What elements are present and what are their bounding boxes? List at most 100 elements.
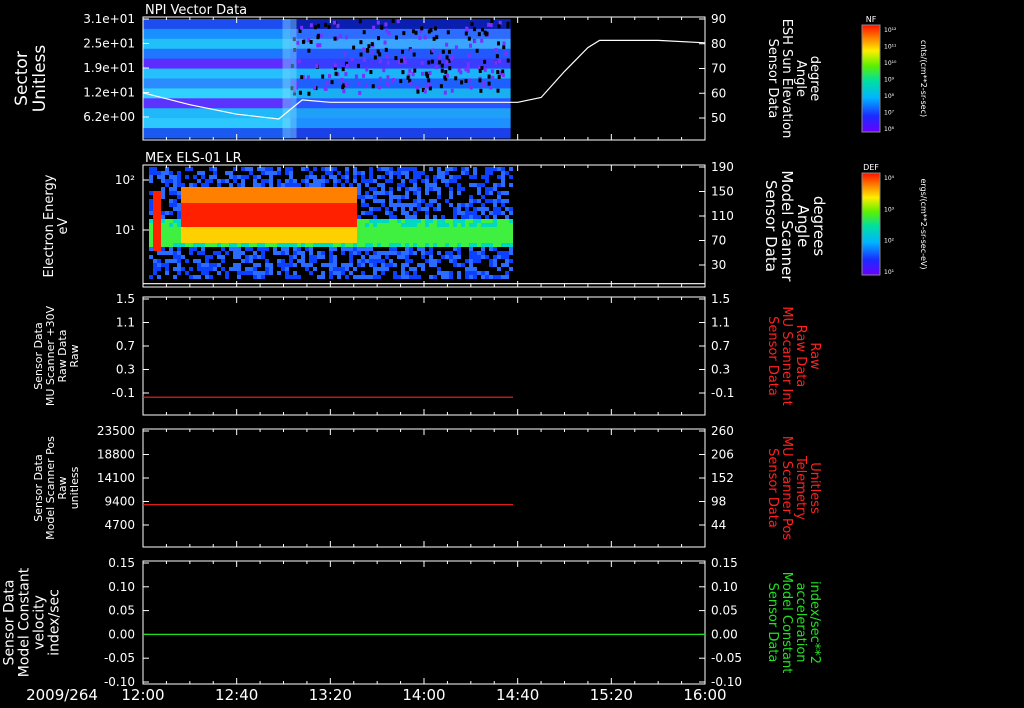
heatmap-cell bbox=[449, 191, 453, 195]
heatmap-cell bbox=[345, 203, 349, 207]
heatmap-cell bbox=[257, 243, 261, 247]
heatmap-cell bbox=[337, 243, 341, 247]
heatmap-cell bbox=[477, 191, 481, 195]
heatmap-cell bbox=[169, 243, 173, 247]
heatmap-cell bbox=[489, 167, 493, 171]
heatmap-cell bbox=[261, 251, 265, 255]
heatmap-cell bbox=[213, 239, 217, 243]
heatmap-cell bbox=[181, 231, 185, 235]
heatmap-cell bbox=[317, 223, 321, 227]
heatmap-cell bbox=[493, 207, 497, 211]
heatmap-cell bbox=[273, 191, 277, 195]
colorbar-gradient bbox=[861, 172, 881, 276]
heatmap-cell bbox=[221, 179, 225, 183]
heatmap-cell bbox=[329, 203, 333, 207]
heatmap-cell bbox=[309, 175, 313, 179]
heatmap-cell bbox=[261, 211, 265, 215]
heatmap-cell bbox=[397, 203, 401, 207]
heatmap-cell bbox=[205, 195, 209, 199]
heatmap-cell bbox=[269, 179, 273, 183]
heatmap-cell bbox=[317, 243, 321, 247]
heatmap-cell bbox=[345, 187, 349, 191]
heatmap-cell bbox=[333, 235, 337, 239]
heatmap-cell bbox=[420, 60, 424, 65]
heatmap-cell bbox=[489, 275, 493, 279]
heatmap-cell bbox=[505, 227, 509, 231]
heatmap-cell bbox=[481, 207, 485, 211]
heatmap-cell bbox=[324, 86, 328, 91]
heatmap-cell bbox=[298, 90, 302, 95]
heatmap-cell bbox=[441, 175, 445, 179]
heatmap-cell bbox=[389, 227, 393, 231]
heatmap-cell bbox=[217, 243, 221, 247]
heatmap-cell bbox=[501, 251, 505, 255]
heatmap-cell bbox=[329, 167, 333, 171]
heatmap-cell bbox=[353, 227, 357, 231]
heatmap-cell bbox=[177, 215, 181, 219]
heatmap-cell bbox=[153, 231, 157, 235]
heatmap-cell bbox=[281, 215, 285, 219]
heatmap-cell bbox=[257, 207, 261, 211]
heatmap-cell bbox=[181, 187, 185, 191]
heatmap-cell bbox=[321, 195, 325, 199]
heatmap-cell bbox=[161, 219, 165, 223]
heatmap-cell bbox=[229, 215, 233, 219]
heatmap-cell bbox=[453, 167, 457, 171]
heatmap-cell bbox=[429, 259, 433, 263]
heatmap-cell bbox=[385, 211, 389, 215]
heatmap-cell bbox=[257, 231, 261, 235]
heatmap-cell bbox=[189, 187, 193, 191]
heatmap-cell bbox=[321, 251, 325, 255]
heatmap-cell bbox=[389, 263, 393, 267]
heatmap-cell bbox=[381, 199, 385, 203]
heatmap-cell bbox=[325, 203, 329, 207]
heatmap-cell bbox=[489, 23, 493, 28]
heatmap-cell bbox=[501, 227, 505, 231]
heatmap-cell bbox=[333, 271, 337, 275]
heatmap-cell bbox=[153, 195, 157, 199]
heatmap-cell bbox=[253, 243, 257, 247]
heatmap-cell bbox=[307, 48, 311, 53]
heatmap-cell bbox=[361, 199, 365, 203]
heatmap-cell bbox=[269, 267, 273, 271]
heatmap-cell bbox=[445, 55, 449, 60]
heatmap-cell bbox=[359, 52, 363, 57]
heatmap-cell bbox=[349, 199, 353, 203]
right-axis-label-line: ESH Sun Elevation bbox=[779, 19, 794, 139]
heatmap-cell bbox=[385, 28, 389, 33]
heatmap-cell bbox=[401, 167, 405, 171]
heatmap-cell bbox=[429, 243, 433, 247]
heatmap-cell bbox=[457, 255, 461, 259]
heatmap-cell bbox=[405, 215, 409, 219]
heatmap-cell bbox=[309, 211, 313, 215]
heatmap-cell bbox=[501, 69, 505, 74]
heatmap-cell bbox=[233, 235, 237, 239]
heatmap-cell bbox=[153, 171, 157, 175]
heatmap-cell bbox=[481, 243, 485, 247]
heatmap-cell bbox=[285, 235, 289, 239]
heatmap-cell bbox=[413, 183, 417, 187]
heatmap-cell bbox=[365, 203, 369, 207]
heatmap-cell bbox=[449, 187, 453, 191]
heatmap-cell bbox=[237, 215, 241, 219]
heatmap-cell bbox=[157, 275, 161, 279]
panel-frame bbox=[142, 428, 706, 548]
heatmap-cell bbox=[316, 35, 320, 40]
heatmap-cell bbox=[389, 171, 393, 175]
heatmap-cell bbox=[261, 215, 265, 219]
heatmap-cell bbox=[253, 275, 257, 279]
heatmap-cell bbox=[149, 231, 153, 235]
heatmap-cell bbox=[457, 235, 461, 239]
heatmap-cell bbox=[333, 219, 337, 223]
heatmap-cell bbox=[229, 187, 233, 191]
heatmap-cell bbox=[341, 271, 345, 275]
heatmap-cell bbox=[413, 239, 417, 243]
heatmap-cell bbox=[305, 203, 309, 207]
heatmap-cell bbox=[257, 187, 261, 191]
heatmap-cell bbox=[336, 23, 340, 28]
heatmap-cell bbox=[181, 211, 185, 215]
heatmap-cell bbox=[333, 167, 337, 171]
heatmap-cell bbox=[493, 199, 497, 203]
heatmap-cell bbox=[445, 42, 449, 47]
heatmap-cell bbox=[209, 187, 213, 191]
